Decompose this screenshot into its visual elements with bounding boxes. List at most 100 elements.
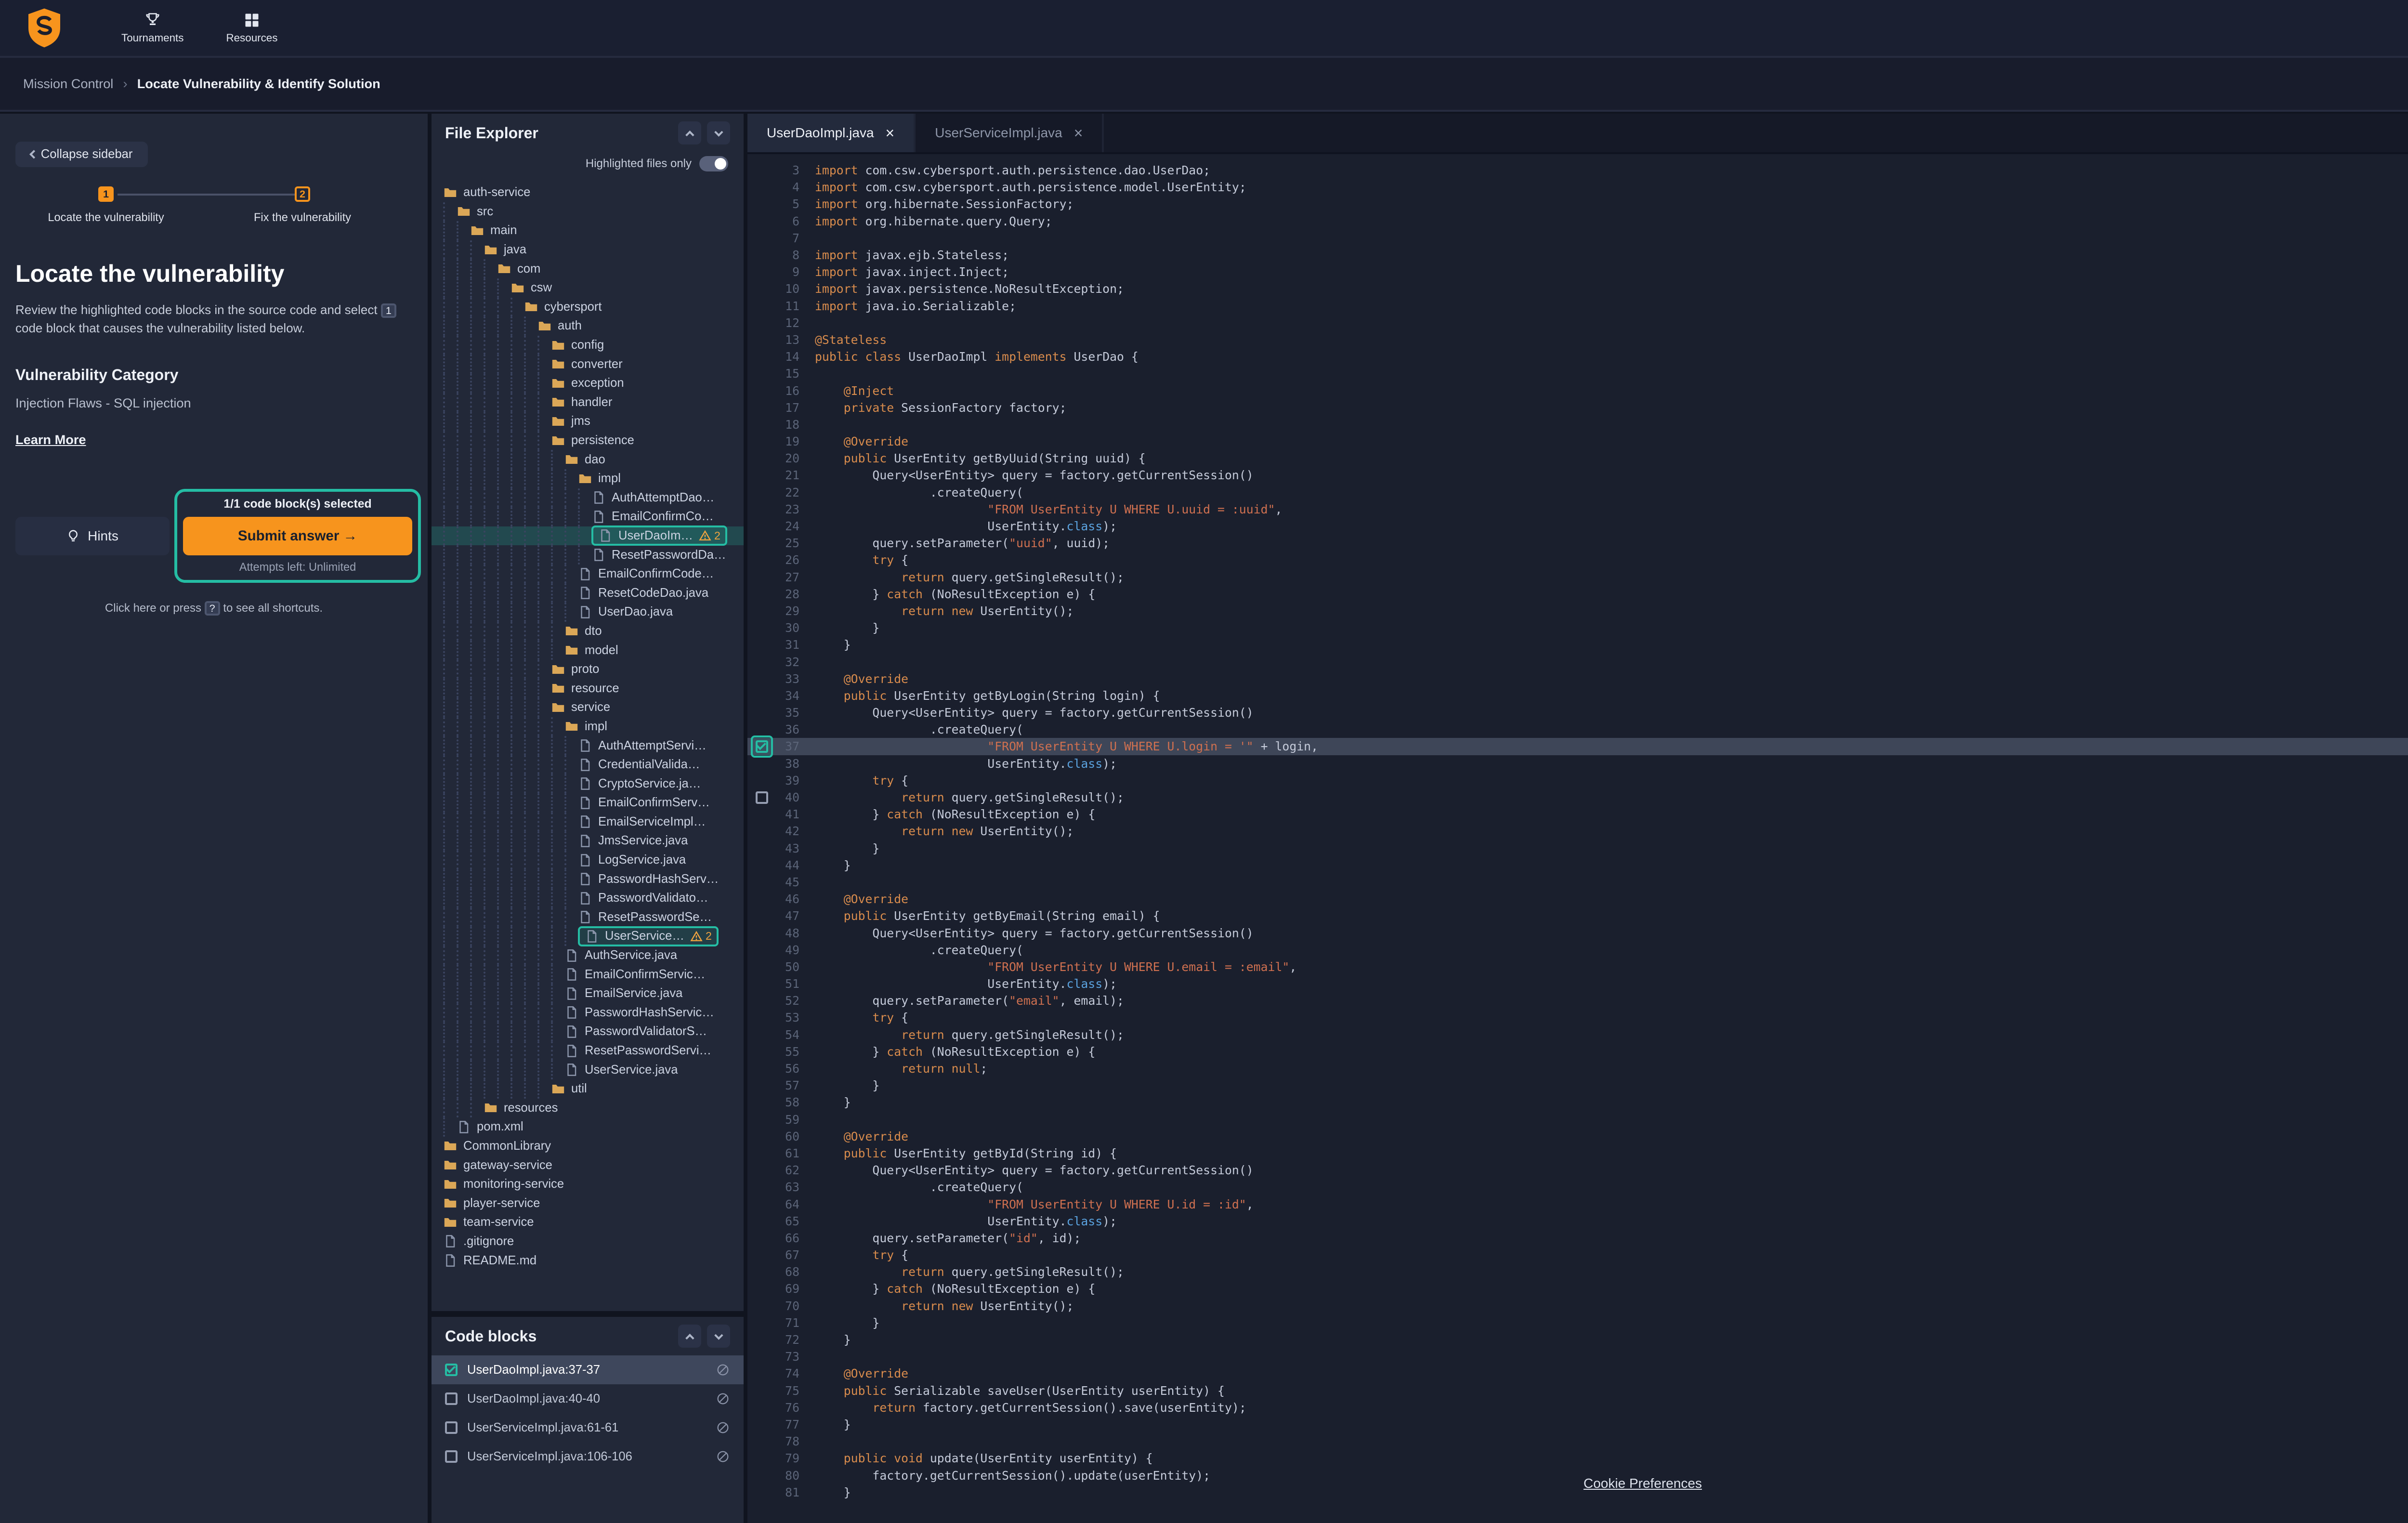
folder-icon [564, 452, 579, 467]
indent-guide [537, 583, 551, 603]
tree-folder-dao[interactable]: dao [432, 450, 744, 469]
indent-guide [484, 1060, 497, 1079]
tree-folder-team-service[interactable]: team-service [432, 1213, 744, 1232]
tree-folder-impl[interactable]: impl [432, 717, 744, 736]
code-block-item[interactable]: UserServiceImpl.java:106-106 [432, 1442, 744, 1471]
tree-folder-monitoring-service[interactable]: monitoring-service [432, 1175, 744, 1194]
tree-folder-config[interactable]: config [432, 336, 744, 355]
tree-file-PasswordValidato[interactable]: PasswordValidato… [432, 889, 744, 908]
editor-tab-UserDaoImpl.java[interactable]: UserDaoImpl.java× [747, 114, 916, 152]
tree-folder-handler[interactable]: handler [432, 393, 744, 412]
tree-file-UserDao.java[interactable]: UserDao.java [432, 603, 744, 622]
line-select-checkbox[interactable] [756, 740, 768, 753]
nav-resources[interactable]: Resources [226, 12, 277, 44]
tree-folder-cybersport[interactable]: cybersport [432, 298, 744, 317]
tree-folder-resources[interactable]: resources [432, 1099, 744, 1118]
tree-file-PasswordHashServ[interactable]: PasswordHashServ… [432, 869, 744, 889]
tree-folder-service[interactable]: service [432, 698, 744, 717]
tree-file-pom.xml[interactable]: pom.xml [432, 1117, 744, 1137]
tree-file-AuthAttemptDao[interactable]: AuthAttemptDao… [432, 488, 744, 508]
code-block-checkbox[interactable] [445, 1421, 458, 1434]
indent-guide [510, 507, 524, 526]
tree-folder-jms[interactable]: jms [432, 412, 744, 431]
line-number: 60 [776, 1129, 799, 1143]
tree-folder-com[interactable]: com [432, 259, 744, 278]
brand-logo[interactable] [23, 7, 65, 49]
shortcuts-hint[interactable]: Click here or press ? to see all shortcu… [15, 601, 412, 616]
tree-folder-src[interactable]: src [432, 202, 744, 222]
code-block-item[interactable]: UserDaoImpl.java:40-40 [432, 1384, 744, 1413]
tree-file-UserService.java[interactable]: UserService.java [432, 1060, 744, 1079]
tree-folder-auth[interactable]: auth [432, 316, 744, 336]
indent-guide [457, 831, 470, 851]
tree-file-README.md[interactable]: README.md [432, 1251, 744, 1270]
indent-guide [524, 354, 537, 374]
tree-file-AuthAttemptServi[interactable]: AuthAttemptServi… [432, 736, 744, 755]
tree-file-EmailServiceImpl[interactable]: EmailServiceImpl… [432, 813, 744, 832]
tree-file-ResetPasswordServi[interactable]: ResetPasswordServi… [432, 1041, 744, 1061]
tree-file-ResetCodeDao.java[interactable]: ResetCodeDao.java [432, 583, 744, 603]
tree-folder-auth-service[interactable]: auth-service [432, 183, 744, 202]
tree-file-EmailConfirmServ[interactable]: EmailConfirmServ… [432, 793, 744, 813]
indent-guide [524, 641, 537, 660]
tree-file-PasswordHashServic[interactable]: PasswordHashServic… [432, 1003, 744, 1023]
tree-folder-csw[interactable]: csw [432, 278, 744, 298]
tree-folder-gateway-service[interactable]: gateway-service [432, 1155, 744, 1175]
tree-folder-dto[interactable]: dto [432, 622, 744, 641]
tree-file-UserDaoIm[interactable]: UserDaoIm…2 [432, 526, 744, 546]
tree-file-EmailConfirmServic[interactable]: EmailConfirmServic… [432, 965, 744, 984]
tree-file-CryptoService.ja[interactable]: CryptoService.ja… [432, 774, 744, 793]
code-line-19: 19 @Override [747, 433, 2408, 450]
close-tab-icon[interactable]: × [1074, 125, 1083, 141]
tree-folder-converter[interactable]: converter [432, 354, 744, 374]
tree-folder-exception[interactable]: exception [432, 374, 744, 393]
tree-folder-main[interactable]: main [432, 221, 744, 240]
tree-folder-model[interactable]: model [432, 641, 744, 660]
tree-folder-proto[interactable]: proto [432, 660, 744, 679]
tree-file-EmailConfirmCo[interactable]: EmailConfirmCo… [432, 507, 744, 526]
indent-guide [470, 526, 484, 546]
submit-answer-button[interactable]: Submit answer → [183, 517, 412, 555]
cookie-preferences-link[interactable]: Cookie Preferences [1584, 1476, 1702, 1491]
explorer-scroll-down-button[interactable] [707, 121, 730, 144]
indent-guide [497, 354, 510, 374]
highlighted-only-toggle[interactable] [699, 156, 728, 171]
tree-folder-resource[interactable]: resource [432, 679, 744, 698]
breadcrumb-parent[interactable]: Mission Control [23, 76, 113, 92]
tree-folder-util[interactable]: util [432, 1079, 744, 1099]
tree-folder-player-service[interactable]: player-service [432, 1194, 744, 1213]
tree-file-EmailConfirmCode[interactable]: EmailConfirmCode… [432, 565, 744, 584]
indent-guide [443, 259, 457, 278]
tree-folder-impl[interactable]: impl [432, 469, 744, 488]
tree-file-AuthService.java[interactable]: AuthService.java [432, 946, 744, 965]
learn-more-link[interactable]: Learn More [15, 432, 86, 447]
code-block-checkbox[interactable] [445, 1392, 458, 1405]
tree-file-.gitignore[interactable]: .gitignore [432, 1232, 744, 1251]
tree-file-JmsService.java[interactable]: JmsService.java [432, 831, 744, 851]
line-select-checkbox[interactable] [756, 791, 768, 804]
indent-guide [497, 831, 510, 851]
code-blocks-down-button[interactable] [707, 1325, 730, 1348]
tree-file-ResetPasswordDa[interactable]: ResetPasswordDa… [432, 545, 744, 565]
explorer-scroll-up-button[interactable] [678, 121, 701, 144]
tree-folder-CommonLibrary[interactable]: CommonLibrary [432, 1137, 744, 1156]
close-tab-icon[interactable]: × [886, 125, 895, 141]
tree-file-CredentialValida[interactable]: CredentialValida… [432, 755, 744, 775]
tree-file-LogService.java[interactable]: LogService.java [432, 851, 744, 870]
tree-file-ResetPasswordSe[interactable]: ResetPasswordSe… [432, 908, 744, 927]
nav-tournaments[interactable]: Tournaments [121, 12, 183, 44]
code-text: import java.io.Serializable; [815, 299, 1016, 313]
tree-folder-persistence[interactable]: persistence [432, 431, 744, 450]
code-block-item[interactable]: UserDaoImpl.java:37-37 [432, 1355, 744, 1384]
hints-button[interactable]: Hints [15, 517, 170, 555]
code-blocks-up-button[interactable] [678, 1325, 701, 1348]
editor-tab-UserServiceImpl.java[interactable]: UserServiceImpl.java× [916, 114, 1104, 152]
collapse-sidebar-button[interactable]: Collapse sidebar [15, 142, 148, 167]
tree-file-UserService[interactable]: UserService…2 [432, 927, 744, 946]
tree-folder-java[interactable]: java [432, 240, 744, 260]
tree-file-PasswordValidatorS[interactable]: PasswordValidatorS… [432, 1022, 744, 1041]
code-block-item[interactable]: UserServiceImpl.java:61-61 [432, 1413, 744, 1442]
code-block-checkbox[interactable] [445, 1364, 458, 1376]
tree-file-EmailService.java[interactable]: EmailService.java [432, 984, 744, 1003]
code-block-checkbox[interactable] [445, 1450, 458, 1463]
